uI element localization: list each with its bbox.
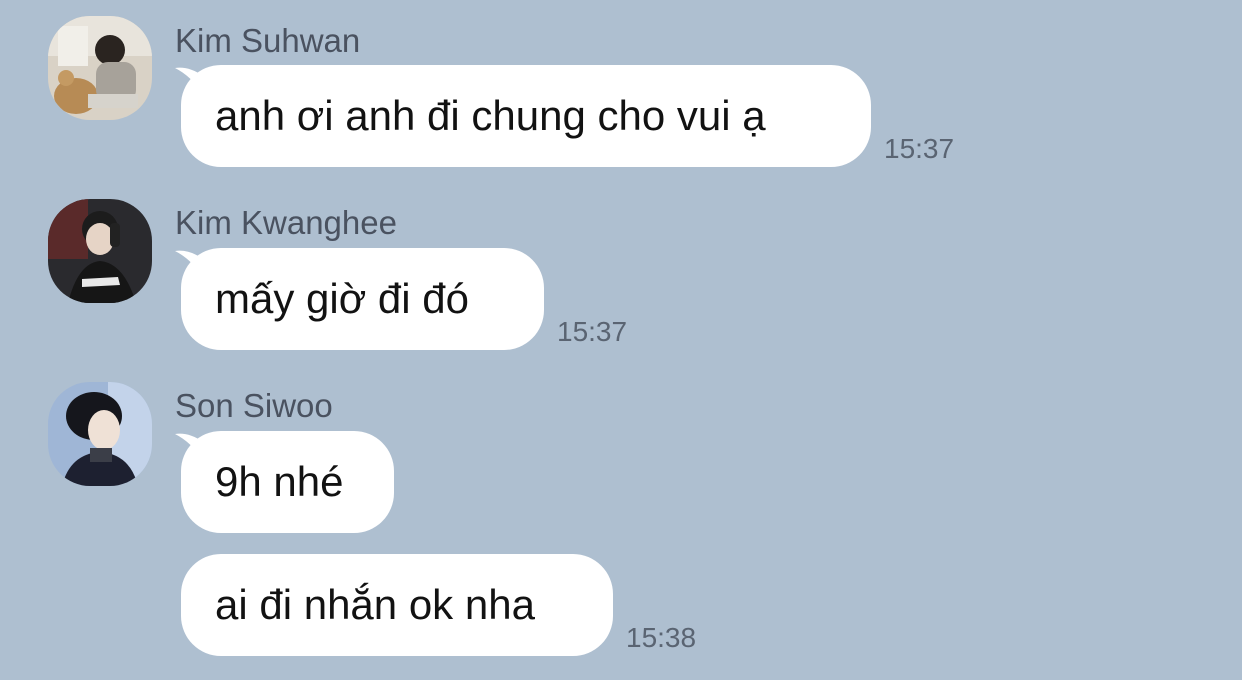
message-bubble[interactable]: mấy giờ đi đó <box>181 248 544 350</box>
message-time: 15:38 <box>626 622 697 653</box>
sender-name: Kim Suhwan <box>175 22 361 59</box>
chat-message-list: Kim Suhwan anh ơi anh đi chung cho vui ạ… <box>0 0 1242 680</box>
sender-name: Son Siwoo <box>175 387 333 424</box>
sender-name: Kim Kwanghee <box>175 204 397 241</box>
user-photo-icon <box>48 382 152 486</box>
user-photo-icon <box>48 199 152 303</box>
avatar-son-siwoo[interactable] <box>48 382 152 486</box>
user-photo-icon <box>48 16 152 120</box>
avatar-kim-suhwan[interactable] <box>48 16 152 120</box>
message-bubble[interactable]: 9h nhé <box>181 431 394 533</box>
message-time: 15:37 <box>884 133 955 164</box>
message-bubble[interactable]: ai đi nhắn ok nha <box>181 554 613 656</box>
avatar-kim-kwanghee[interactable] <box>48 199 152 303</box>
message-time: 15:37 <box>557 316 628 347</box>
message-bubble[interactable]: anh ơi anh đi chung cho vui ạ <box>181 65 871 167</box>
